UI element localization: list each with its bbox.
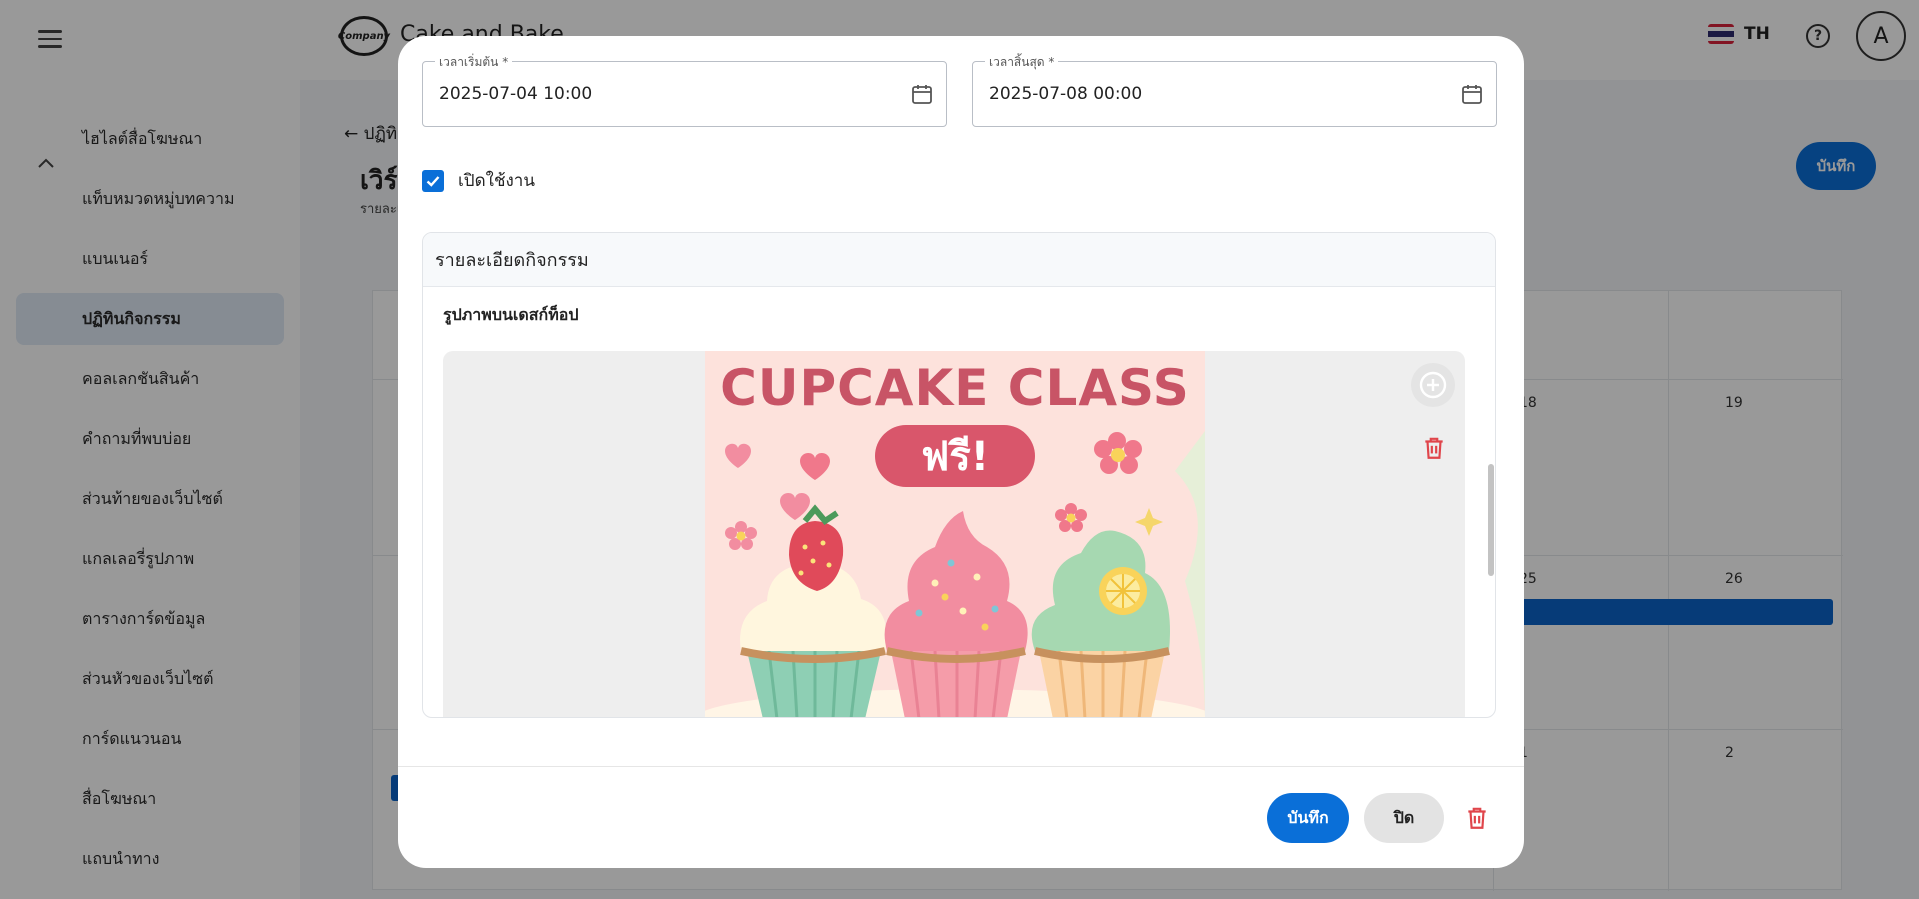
- calendar-icon[interactable]: [1460, 82, 1484, 106]
- modal-scrollbar[interactable]: [1488, 464, 1494, 576]
- end-time-field[interactable]: เวลาสิ้นสุด * 2025-07-08 00:00: [972, 53, 1497, 127]
- add-circle-icon[interactable]: [1411, 363, 1455, 407]
- end-time-label: เวลาสิ้นสุด *: [985, 53, 1059, 72]
- event-detail-card: รายละเอียดกิจกรรม รูปภาพบนเดสก์ท็อป CUPC…: [422, 232, 1496, 718]
- save-button[interactable]: บันทึก: [1267, 793, 1349, 843]
- poster-headline: CUPCAKE CLASS: [720, 359, 1190, 417]
- poster-free-badge: ฟรี!: [875, 425, 1035, 487]
- modal-footer-divider: [398, 766, 1524, 767]
- trash-icon[interactable]: [1421, 435, 1447, 461]
- desktop-image-title: รูปภาพบนเดสก์ท็อป: [443, 305, 579, 324]
- enabled-toggle-row[interactable]: เปิดใช้งาน: [422, 167, 535, 194]
- cupcake-poster-image: CUPCAKE CLASS ฟรี!: [705, 351, 1205, 717]
- end-time-value[interactable]: 2025-07-08 00:00: [989, 84, 1142, 104]
- start-time-field[interactable]: เวลาเริ่มต้น * 2025-07-04 10:00: [422, 53, 947, 127]
- close-button[interactable]: ปิด: [1364, 793, 1444, 843]
- enabled-checkbox[interactable]: [422, 169, 444, 192]
- desktop-image-dropzone[interactable]: CUPCAKE CLASS ฟรี!: [443, 351, 1465, 717]
- edit-event-modal: เวลาเริ่มต้น * 2025-07-04 10:00 เวลาสิ้น…: [398, 36, 1524, 868]
- calendar-icon[interactable]: [910, 82, 934, 106]
- check-icon: [426, 175, 440, 187]
- detail-section-title: รายละเอียดกิจกรรม: [435, 250, 589, 271]
- enabled-label: เปิดใช้งาน: [458, 171, 535, 191]
- trash-icon[interactable]: [1464, 804, 1490, 832]
- start-time-label: เวลาเริ่มต้น *: [435, 53, 513, 72]
- start-time-value[interactable]: 2025-07-04 10:00: [439, 84, 592, 104]
- detail-section-header: รายละเอียดกิจกรรม: [423, 233, 1495, 287]
